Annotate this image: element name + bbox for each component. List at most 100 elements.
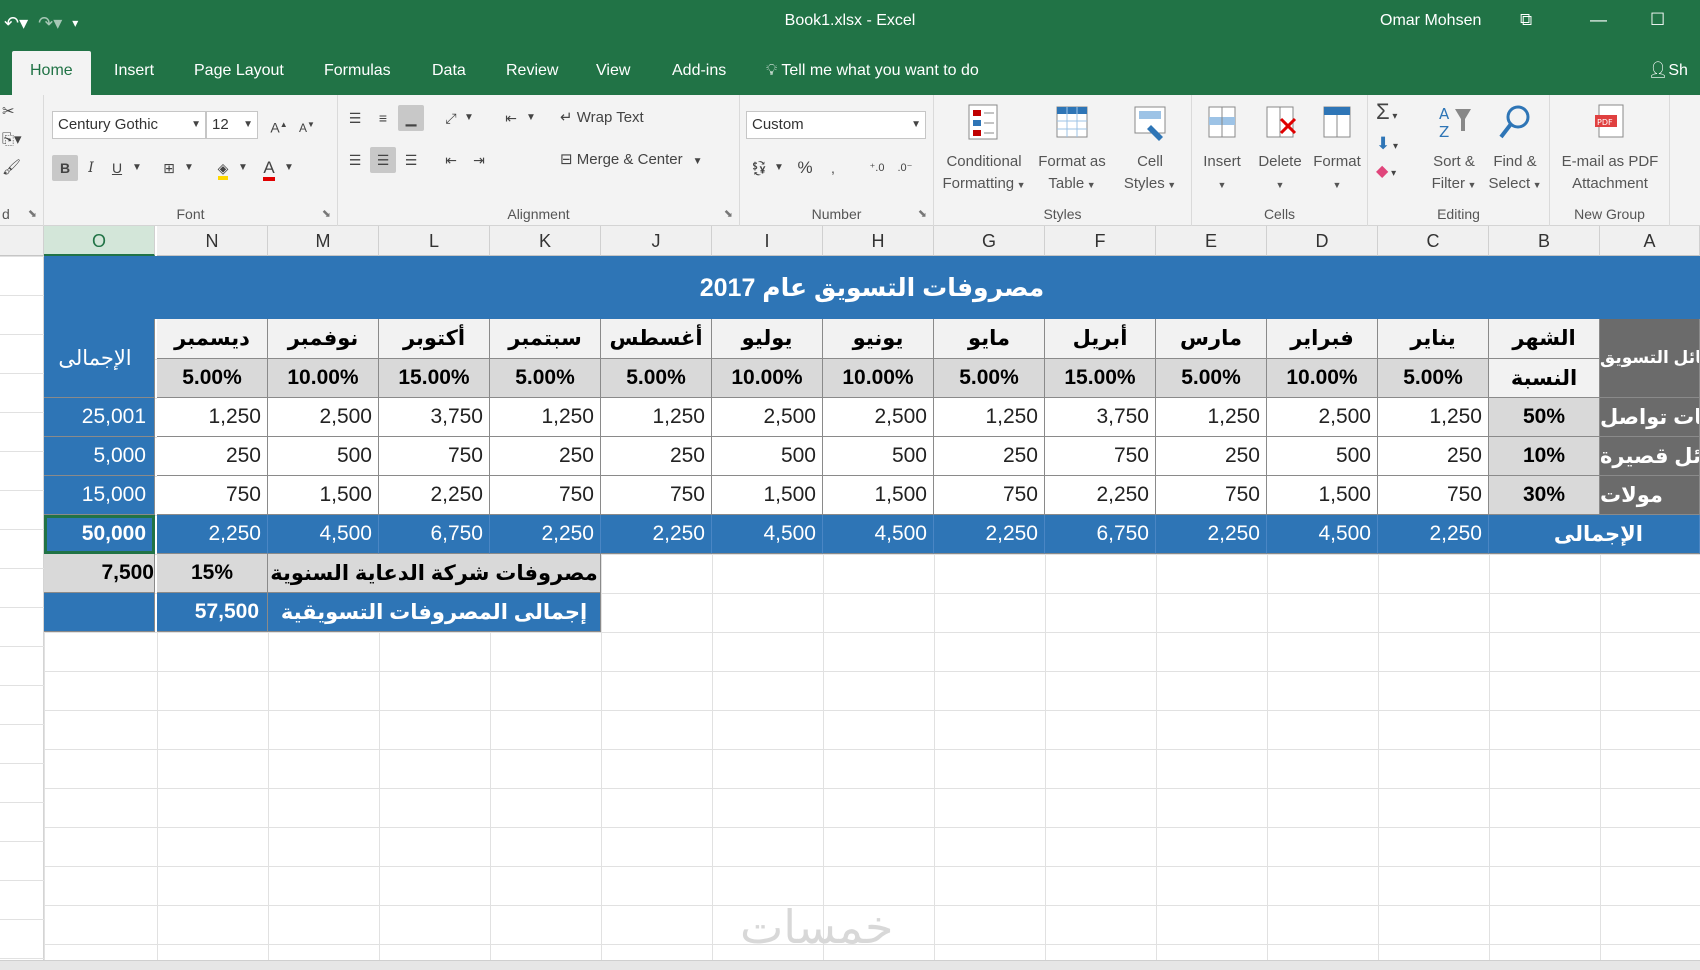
value-cell[interactable]: 2,500 — [823, 398, 934, 437]
tab-review[interactable]: Review — [488, 47, 576, 95]
month-cell[interactable]: مارس — [1156, 319, 1267, 359]
email-pdf-button[interactable]: PDF E-mail as PDF Attachment — [1552, 101, 1668, 195]
value-cell[interactable]: 1,250 — [490, 398, 601, 437]
month-pct-cell[interactable]: 15.00% — [1045, 359, 1156, 398]
decrease-decimal-icon[interactable]: .0⁻ — [892, 155, 918, 181]
decrease-font-size-icon[interactable]: A▼ — [294, 112, 320, 138]
value-cell[interactable]: 3,750 — [1045, 398, 1156, 437]
italic-icon[interactable]: I — [78, 155, 104, 181]
font-name-combo[interactable]: Century Gothic ▼ — [52, 111, 206, 139]
overall-label-cell[interactable]: إجمالى المصروفات التسويقية — [268, 593, 601, 632]
sort-filter-button[interactable]: AZ Sort & Filter ▼ — [1424, 101, 1484, 196]
decrease-indent-icon[interactable]: ⇤ — [438, 147, 464, 173]
tell-me-search[interactable]: 💡︎ Tell me what you want to do — [766, 47, 979, 95]
value-cell[interactable]: 750 — [490, 476, 601, 515]
sheet-title-cell[interactable]: مصروفات التسويق عام 2017 — [44, 256, 1700, 319]
minimize-icon[interactable]: — — [1590, 10, 1607, 30]
column-header-H[interactable]: H — [823, 226, 934, 256]
tab-home[interactable]: Home — [12, 51, 91, 95]
month-pct-cell[interactable]: 10.00% — [823, 359, 934, 398]
dialog-launcher-icon[interactable]: ⬊ — [918, 207, 927, 220]
font-size-combo[interactable]: 12 ▼ — [206, 111, 258, 139]
month-cell[interactable]: نوفمبر — [268, 319, 379, 359]
value-cell[interactable]: 250 — [934, 437, 1045, 476]
number-format-combo[interactable]: Custom ▼ — [746, 111, 926, 139]
row-total-cell[interactable]: 25,001 — [44, 398, 155, 437]
overall-value-cell[interactable]: 57,500 — [157, 593, 268, 632]
value-cell[interactable]: 1,500 — [823, 476, 934, 515]
tab-formulas[interactable]: Formulas — [306, 47, 409, 95]
agency-pct-cell[interactable]: 15% — [157, 554, 268, 593]
month-total-cell[interactable]: 2,250 — [1378, 515, 1489, 554]
orientation-icon[interactable]: ⤢ — [438, 105, 464, 131]
delete-cells-button[interactable]: Delete ▼ — [1250, 101, 1310, 196]
value-cell[interactable]: 750 — [934, 476, 1045, 515]
column-header-A[interactable]: A — [1600, 226, 1700, 256]
wrap-text-button[interactable]: ↵ Wrap Text — [560, 107, 644, 129]
month-pct-cell[interactable]: 10.00% — [268, 359, 379, 398]
value-cell[interactable]: 750 — [1156, 476, 1267, 515]
comma-style-icon[interactable]: , — [820, 155, 846, 181]
column-header-B[interactable]: B — [1489, 226, 1600, 256]
value-cell[interactable]: 1,500 — [712, 476, 823, 515]
worksheet-grid[interactable]: ONMLKJIHGFEDCBA مصروفات التسويق عام 2017… — [0, 226, 1700, 970]
align-bottom-icon[interactable]: ▁ — [398, 105, 424, 131]
channel-share-cell[interactable]: 30% — [1489, 476, 1600, 515]
increase-indent-icon[interactable]: ⇥ — [466, 147, 492, 173]
align-right-icon[interactable]: ☰ — [398, 147, 424, 173]
value-cell[interactable]: 1,250 — [1378, 398, 1489, 437]
column-header-I[interactable]: I — [712, 226, 823, 256]
month-pct-cell[interactable]: 5.00% — [1156, 359, 1267, 398]
value-cell[interactable]: 750 — [601, 476, 712, 515]
total-row-label-cell[interactable]: الإجمالى — [1489, 515, 1700, 554]
value-cell[interactable]: 2,250 — [1045, 476, 1156, 515]
value-cell[interactable]: 750 — [157, 476, 268, 515]
format-painter-icon[interactable]: 🖌︎ — [2, 157, 21, 179]
column-header-E[interactable]: E — [1156, 226, 1267, 256]
agency-value-cell[interactable]: 7,500 — [44, 554, 155, 593]
month-pct-cell[interactable]: 10.00% — [712, 359, 823, 398]
tab-page-layout[interactable]: Page Layout — [176, 47, 302, 95]
increase-decimal-icon[interactable]: ⁺.0 — [864, 155, 890, 181]
month-total-cell[interactable]: 4,500 — [823, 515, 934, 554]
borders-icon[interactable]: ⊞ — [156, 155, 182, 181]
month-total-cell[interactable]: 4,500 — [268, 515, 379, 554]
fill-color-icon[interactable]: ◈ — [210, 155, 236, 181]
select-all-corner[interactable] — [0, 226, 44, 256]
month-pct-cell[interactable]: 5.00% — [1378, 359, 1489, 398]
dialog-launcher-icon[interactable]: ⬊ — [28, 207, 37, 220]
column-header-D[interactable]: D — [1267, 226, 1378, 256]
align-center-icon[interactable]: ☰ — [370, 147, 396, 173]
ribbon-display-options-icon[interactable]: ⧉ — [1520, 10, 1532, 30]
fill-icon[interactable]: ⬇ ▾ — [1376, 133, 1398, 158]
column-header-N[interactable]: N — [157, 226, 268, 256]
accounting-format-icon[interactable]: 💱︎ — [746, 155, 772, 181]
value-cell[interactable]: 1,250 — [1156, 398, 1267, 437]
value-cell[interactable]: 250 — [490, 437, 601, 476]
tab-add-ins[interactable]: Add-ins — [654, 47, 744, 95]
agency-label-cell[interactable]: مصروفات شركة الدعاية السنوية — [268, 554, 601, 593]
channel-label-cell[interactable]: رسائل قصيرة — [1600, 437, 1700, 476]
insert-cells-button[interactable]: Insert ▼ — [1194, 101, 1250, 196]
bold-icon[interactable]: B — [52, 155, 78, 181]
underline-icon[interactable]: U — [104, 155, 130, 181]
chevron-down-icon[interactable]: ▼ — [284, 157, 294, 179]
value-cell[interactable]: 2,500 — [712, 398, 823, 437]
value-cell[interactable]: 2,500 — [1267, 398, 1378, 437]
channel-label-cell[interactable]: شبكات تواصل — [1600, 398, 1700, 437]
value-cell[interactable]: 1,250 — [934, 398, 1045, 437]
month-cell[interactable]: سبتمبر — [490, 319, 601, 359]
month-cell[interactable]: يناير — [1378, 319, 1489, 359]
month-pct-cell[interactable]: 5.00% — [934, 359, 1045, 398]
month-header-cell[interactable]: الشهر — [1489, 319, 1600, 359]
column-header-J[interactable]: J — [601, 226, 712, 256]
value-cell[interactable]: 1,500 — [268, 476, 379, 515]
clear-icon[interactable]: ◆ ▾ — [1376, 161, 1396, 185]
chevron-down-icon[interactable]: ▼ — [774, 157, 784, 179]
month-total-cell[interactable]: 6,750 — [1045, 515, 1156, 554]
value-cell[interactable]: 250 — [601, 437, 712, 476]
value-cell[interactable]: 750 — [379, 437, 490, 476]
column-header-K[interactable]: K — [490, 226, 601, 256]
value-cell[interactable]: 500 — [1267, 437, 1378, 476]
column-header-C[interactable]: C — [1378, 226, 1489, 256]
